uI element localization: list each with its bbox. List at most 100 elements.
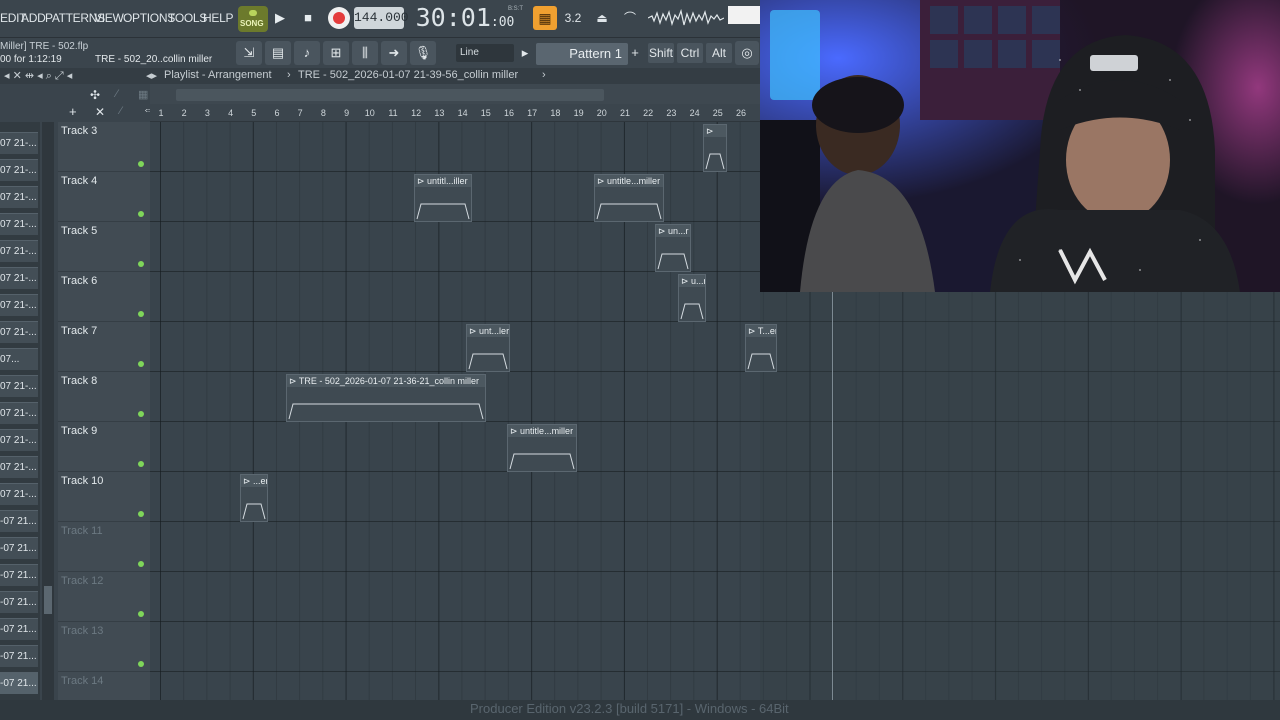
play-button[interactable]: ▶ <box>268 6 292 30</box>
picker-item[interactable]: -07 21... <box>0 591 38 613</box>
track-header[interactable]: Track 4 <box>58 172 150 222</box>
audio-clip[interactable]: ⊳ TRE - 502_2026-01-07 21-36-21_collin m… <box>286 374 486 422</box>
clip-menu-icon[interactable]: ⊳ <box>289 376 299 386</box>
clip-menu-icon[interactable]: ⊳ <box>658 226 668 236</box>
picker-item[interactable]: 07 21-... <box>0 483 38 505</box>
picker-item[interactable]: 07 21-... <box>0 186 38 208</box>
track-mute-led[interactable] <box>138 261 144 267</box>
menu-help[interactable]: HELP <box>203 11 233 27</box>
add-track-icon[interactable]: + <box>69 104 77 119</box>
track-mute-led[interactable] <box>138 611 144 617</box>
picker-item[interactable]: 07 21-... <box>0 456 38 478</box>
track-mute-led[interactable] <box>138 461 144 467</box>
playlist-title-bar[interactable]: ◂ ✕ ⇹ ◂ ⌕ ⤢ ◂ ◂▸ Playlist - Arrangement … <box>0 68 760 84</box>
ctrl-key-button[interactable]: Ctrl <box>677 43 703 63</box>
countdown-icon[interactable]: ⌒ <box>618 6 642 30</box>
picker-item[interactable]: 07... <box>0 348 38 370</box>
audio-clip[interactable]: ⊳ untitle...miller <box>507 424 577 472</box>
picker-item[interactable]: 07 21-... <box>0 429 38 451</box>
audio-clip[interactable]: ⊳ un...r <box>655 224 691 272</box>
picker-item[interactable]: 07 21-... <box>0 132 38 154</box>
metronome-icon[interactable]: ▦ <box>533 6 557 30</box>
audio-clip[interactable]: ⊳ u...r <box>678 274 706 322</box>
song-position-display[interactable]: 30:01:00 <box>410 2 520 34</box>
clip-menu-icon[interactable]: ⊳ <box>469 326 479 336</box>
alt-key-button[interactable]: Alt <box>706 43 732 63</box>
audio-clip[interactable]: ⊳ untitle...miller <box>594 174 664 222</box>
time-ruler[interactable]: 1 2 3 4 5 6 7 8 9 10 11 12 13 14 15 16 17 18 19 20 21 22 23 24 2… <box>150 104 760 122</box>
picker-item[interactable]: 07 21-... <box>0 159 38 181</box>
clip-menu-icon[interactable]: ⊳ <box>597 176 607 186</box>
mixer-button[interactable]: ⫼ <box>352 41 378 65</box>
plugin-picker-button[interactable]: ➜ <box>381 41 407 65</box>
track-mute-led[interactable] <box>138 311 144 317</box>
picker-item[interactable]: -07 21... <box>0 564 38 586</box>
picker-item[interactable]: -07 21... <box>0 645 38 667</box>
audio-clip[interactable]: ⊳ untitl...iller <box>414 174 472 222</box>
picker-item[interactable]: 07 21-... <box>0 213 38 235</box>
browser-button[interactable]: ⊞ <box>323 41 349 65</box>
channel-rack-button[interactable]: ▤ <box>265 41 291 65</box>
brush-tool-icon[interactable]: ⁄ <box>116 88 118 100</box>
picker-item[interactable]: 07 21-... <box>0 294 38 316</box>
clip-menu-icon[interactable]: ⊳ <box>243 476 253 486</box>
delete-track-icon[interactable]: ✕ <box>95 105 105 119</box>
tempo-display[interactable]: 144.000 <box>354 7 409 29</box>
pattern-selector[interactable]: Pattern 1 <box>536 43 628 65</box>
track-header[interactable]: Track 8 <box>58 372 150 422</box>
audio-clip[interactable]: ⊳ T...er <box>745 324 777 372</box>
step-edit-icon[interactable]: 3.2 <box>561 6 585 30</box>
slice-tool-icon[interactable]: ⁄ <box>120 105 122 117</box>
pattern-song-toggle[interactable]: SONG <box>238 6 268 32</box>
track-header[interactable]: Track 10 <box>58 472 150 522</box>
piano-roll-button[interactable]: ♪ <box>294 41 320 65</box>
picker-item[interactable]: -07 21... <box>0 510 38 532</box>
clip-menu-icon[interactable]: ⊳ <box>706 126 714 136</box>
grid-tool-icon[interactable]: ▦ <box>138 88 148 101</box>
playhead[interactable] <box>832 292 833 700</box>
picker-item[interactable]: -07 21... <box>0 672 38 694</box>
picker-item[interactable]: 07 21-... <box>0 240 38 262</box>
track-mute-led[interactable] <box>138 511 144 517</box>
track-header[interactable]: Track 6 <box>58 272 150 322</box>
picker-scroll-thumb[interactable] <box>44 586 52 614</box>
track-header[interactable]: Track 13 <box>58 622 150 672</box>
track-header[interactable]: Track 12 <box>58 572 150 622</box>
clip-menu-icon[interactable]: ⊳ <box>417 176 427 186</box>
playlist-view-button[interactable]: ⇲ <box>236 41 262 65</box>
track-header[interactable]: Track 3 <box>58 122 150 172</box>
audio-clip[interactable]: ⊳ unt...ler <box>466 324 510 372</box>
window-controls-icon[interactable]: ◂ ✕ ⇹ ◂ ⌕ ⤢ ◂ <box>4 69 72 83</box>
pattern-prev-icon[interactable]: ▸ <box>518 41 532 65</box>
snap-selector[interactable]: Line <box>456 44 514 62</box>
picker-item[interactable]: 07 21-... <box>0 402 38 424</box>
track-header[interactable]: Track 5 <box>58 222 150 272</box>
audio-clip[interactable]: ⊳ ...er <box>240 474 268 522</box>
picker-item[interactable]: -07 21... <box>0 618 38 640</box>
stop-button[interactable]: ■ <box>296 6 320 30</box>
track-mute-led[interactable] <box>138 561 144 567</box>
wait-for-input-icon[interactable]: ⏏ <box>590 6 614 30</box>
picker-item[interactable]: 07 21-... <box>0 375 38 397</box>
track-mute-led[interactable] <box>138 361 144 367</box>
menu-view[interactable]: VIEW <box>94 11 124 27</box>
menu-tools[interactable]: TOOLS <box>168 11 207 27</box>
shift-key-button[interactable]: Shift <box>648 43 674 63</box>
horizontal-scroll-track[interactable] <box>150 84 760 104</box>
pattern-add-icon[interactable]: + <box>628 41 642 65</box>
track-header[interactable]: Track 7 <box>58 322 150 372</box>
microphone-icon[interactable]: 🎙 <box>410 41 436 65</box>
record-button[interactable] <box>328 7 350 29</box>
picker-item[interactable]: 07 21-... <box>0 321 38 343</box>
track-mute-led[interactable] <box>138 661 144 667</box>
menu-add[interactable]: ADD <box>21 11 46 27</box>
audio-clip[interactable]: ⊳ <box>703 124 727 172</box>
clip-menu-icon[interactable]: ⊳ <box>510 426 520 436</box>
online-news-icon[interactable]: ◎ <box>735 41 759 65</box>
track-mute-led[interactable] <box>138 411 144 417</box>
clip-menu-icon[interactable]: ⊳ <box>681 276 691 286</box>
track-mute-led[interactable] <box>138 161 144 167</box>
picker-item[interactable]: 07 21-... <box>0 267 38 289</box>
picker-scrollbar[interactable] <box>42 122 54 700</box>
track-mute-led[interactable] <box>138 211 144 217</box>
